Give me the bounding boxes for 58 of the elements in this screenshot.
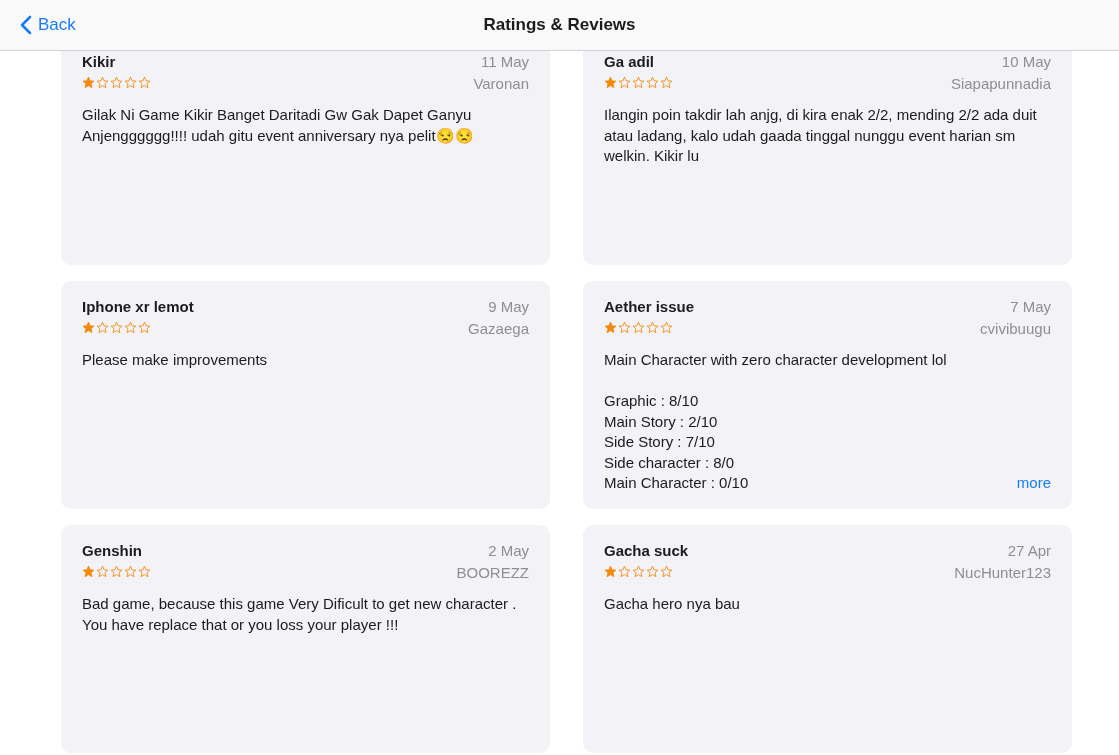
star-outline-icon [646, 76, 659, 89]
star-filled-icon [604, 321, 617, 334]
star-outline-icon [646, 565, 659, 578]
star-outline-icon [124, 321, 137, 334]
review-author: cvivibuugu [980, 320, 1051, 338]
star-filled-icon [604, 565, 617, 578]
review-text: Ilangin poin takdir lah anjg, di kira enak 2/2, mending 2/2 ada duit atau ladang, kalo udah gaada tinggal nunggu event harian sm welkin. Kikir lu [604, 105, 1038, 166]
review-date: 10 May [1001, 53, 1051, 71]
review-title: Genshin [82, 542, 143, 560]
review-text: Gilak Ni Game Kikir Banget Daritadi Gw Gak Dapet Ganyu Anjengggggg!!!! udah gitu event anniversary nya pelit😒😒 [82, 105, 475, 146]
review-author: Gazaega [468, 320, 529, 338]
star-filled-icon [82, 76, 95, 89]
star-outline-icon [618, 321, 631, 334]
review-title: Ga adil [604, 53, 656, 71]
star-outline-icon [138, 565, 151, 578]
review-date: 27 Apr [1007, 542, 1051, 560]
review-text: Please make improvements [82, 350, 268, 370]
star-outline-icon [618, 76, 631, 89]
review-title: Kikir [82, 53, 117, 71]
star-outline-icon [124, 76, 137, 89]
review-text: Gacha hero nya bau [604, 594, 740, 614]
review-date: 11 May [480, 53, 529, 71]
star-outline-icon [660, 565, 673, 578]
star-filled-icon [82, 321, 95, 334]
star-outline-icon [96, 76, 109, 89]
star-outline-icon [124, 565, 137, 578]
review-title: Aether issue [604, 298, 695, 316]
chevron-left-icon [20, 15, 32, 35]
star-filled-icon [604, 76, 617, 89]
star-outline-icon [660, 321, 673, 334]
star-outline-icon [110, 565, 123, 578]
star-outline-icon [632, 76, 645, 89]
star-filled-icon [82, 565, 95, 578]
review-author: NucHunter123 [954, 564, 1051, 582]
star-outline-icon [110, 321, 123, 334]
star-outline-icon [96, 565, 109, 578]
review-date: 2 May [488, 542, 529, 560]
star-outline-icon [138, 321, 151, 334]
star-outline-icon [110, 76, 123, 89]
review-author: Varonan [473, 75, 529, 93]
star-outline-icon [632, 321, 645, 334]
more-link[interactable]: more [1016, 473, 1051, 494]
review-text: Bad game, because this game Very Dificult to get new character . You have replace that or you loss your player !!! [82, 594, 518, 635]
star-outline-icon [618, 565, 631, 578]
star-outline-icon [632, 565, 645, 578]
back-button[interactable]: Back [20, 12, 76, 38]
review-author: Siapapunnadia [950, 75, 1051, 93]
review-title: Iphone xr lemot [82, 298, 194, 316]
star-outline-icon [138, 76, 151, 89]
review-title: Gacha suck [604, 542, 689, 560]
review-author: BOOREZZ [456, 564, 529, 582]
star-outline-icon [96, 321, 109, 334]
review-date: 9 May [488, 298, 529, 316]
star-outline-icon [646, 321, 659, 334]
page-title: Ratings & Reviews [483, 14, 636, 37]
review-date: 7 May [1010, 298, 1051, 316]
review-text: Main Character with zero character development lol Graphic : 8/10 Main Story : 2/10 Side Story : 7/10 Side character : 8/0 Main Character : 0/10 [604, 350, 947, 493]
star-outline-icon [660, 76, 673, 89]
